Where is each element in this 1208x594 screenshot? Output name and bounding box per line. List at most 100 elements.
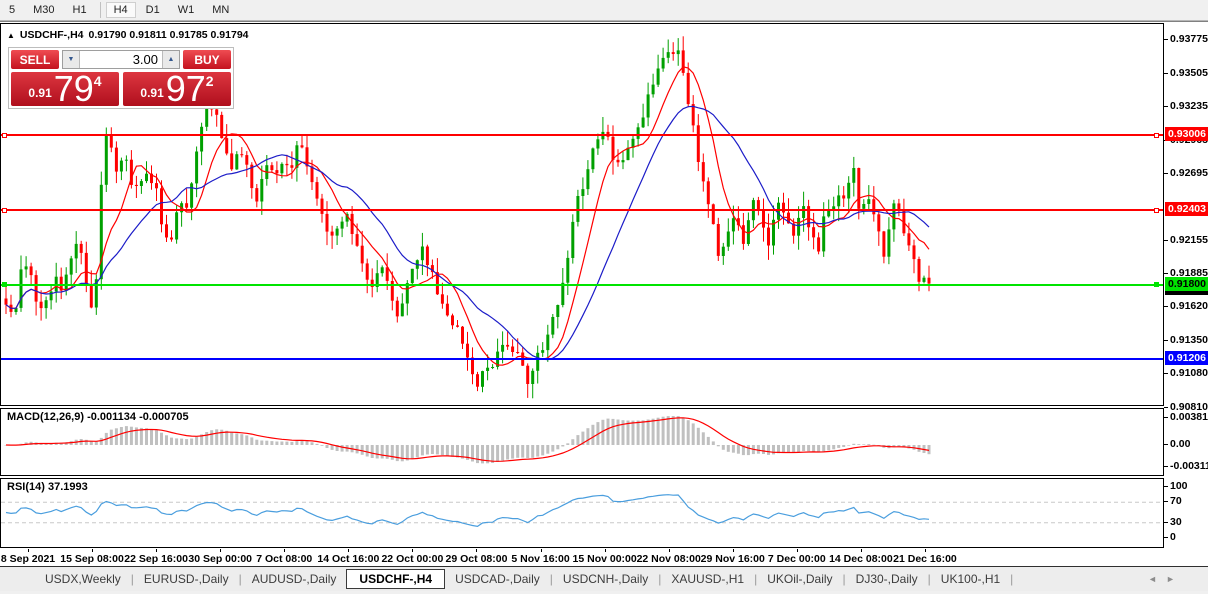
- price-tick-label: 0.93775: [1170, 32, 1208, 46]
- price-level-chip: 0.92403: [1165, 202, 1208, 216]
- buy-price-big: 97: [166, 74, 206, 104]
- buy-price-sup: 2: [206, 73, 214, 89]
- tab-ukoil-daily[interactable]: UKOil-,Daily: [757, 569, 842, 589]
- tab-usdchf-h4[interactable]: USDCHF-,H4: [346, 569, 445, 589]
- time-tick-mark: [92, 549, 93, 552]
- price-tick-label: 0.93235: [1170, 99, 1208, 113]
- time-tick-label: 29 Oct 08:00: [441, 553, 511, 565]
- time-axis: 8 Sep 202115 Sep 08:0022 Sep 16:0030 Sep…: [0, 549, 1208, 567]
- tab-scroll-right-icon[interactable]: ►: [1166, 574, 1175, 584]
- time-tick-label: 22 Nov 08:00: [634, 553, 704, 565]
- timeframe-5[interactable]: 5: [1, 2, 23, 18]
- tab-usdx-weekly[interactable]: USDX,Weekly: [35, 569, 131, 589]
- tab-eurusd-daily[interactable]: EURUSD-,Daily: [134, 569, 239, 589]
- tab-dj30-daily[interactable]: DJ30-,Daily: [846, 569, 928, 589]
- timeframe-w1[interactable]: W1: [170, 2, 203, 18]
- axis-tick-mark: [1164, 73, 1168, 74]
- hline-handle-right[interactable]: [1154, 133, 1159, 138]
- tab-usdcad-daily[interactable]: USDCAD-,Daily: [445, 569, 550, 589]
- macd-histogram: [5, 416, 931, 463]
- time-tick-label: 15 Nov 00:00: [570, 553, 640, 565]
- one-click-toggle-icon[interactable]: ▲: [7, 31, 15, 40]
- macd-panel[interactable]: MACD(12,26,9) -0.001134 -0.000705: [0, 408, 1164, 476]
- timeframe-d1[interactable]: D1: [138, 2, 168, 18]
- buy-button[interactable]: BUY: [183, 50, 231, 69]
- axis-tick-mark: [1164, 273, 1168, 274]
- axis-tick-mark: [1164, 106, 1168, 107]
- axis-tick-mark: [1164, 373, 1168, 374]
- time-tick-label: 30 Sep 00:00: [185, 553, 255, 565]
- time-tick-label: 14 Oct 16:00: [313, 553, 383, 565]
- time-tick-label: 7 Oct 08:00: [249, 553, 319, 565]
- price-tick-label: 0.92695: [1170, 166, 1208, 180]
- hline-0.92403[interactable]: [1, 209, 1163, 211]
- time-tick-mark: [797, 549, 798, 552]
- timeframe-h4[interactable]: H4: [106, 2, 136, 18]
- tab-separator: |: [1010, 572, 1013, 586]
- rsi-canvas: [1, 479, 1163, 547]
- price-level-chip: 0.91800: [1165, 277, 1208, 291]
- axis-tick-mark: [1164, 466, 1168, 467]
- hline-0.91800[interactable]: [1, 284, 1163, 286]
- time-tick-mark: [284, 549, 285, 552]
- price-tick-label: 0.91620: [1170, 299, 1208, 313]
- tab-xauusd-h1[interactable]: XAUUSD-,H1: [661, 569, 754, 589]
- axis-tick-mark: [1164, 486, 1168, 487]
- tab-audusd-daily[interactable]: AUDUSD-,Daily: [242, 569, 347, 589]
- price-tick-label: 100: [1170, 479, 1188, 493]
- hline-handle-left[interactable]: [2, 133, 7, 138]
- tab-uk100-h1[interactable]: UK100-,H1: [931, 569, 1010, 589]
- time-tick-label: 5 Nov 16:00: [506, 553, 576, 565]
- axis-tick-mark: [1164, 407, 1168, 408]
- price-tick-label: 0.003811: [1170, 410, 1208, 424]
- chart-window: ▲ USDCHF-,H4 0.91790 0.91811 0.91785 0.9…: [0, 21, 1208, 567]
- axis-tick-mark: [1164, 444, 1168, 445]
- time-tick-label: 8 Sep 2021: [0, 553, 63, 565]
- sell-price-tile[interactable]: 0.91 79 4: [11, 72, 119, 106]
- price-tick-label: 0: [1170, 530, 1176, 544]
- sell-price-big: 79: [54, 74, 94, 104]
- volume-increase-icon[interactable]: ▲: [162, 51, 179, 68]
- time-tick-mark: [348, 549, 349, 552]
- price-tick-label: 30: [1170, 515, 1182, 529]
- buy-price-tile[interactable]: 0.91 97 2: [123, 72, 231, 106]
- sell-price-sup: 4: [94, 73, 102, 89]
- chart-ohlc-quotes: 0.91790 0.91811 0.91785 0.91794: [89, 29, 249, 41]
- axis-tick-mark: [1164, 501, 1168, 502]
- sell-button[interactable]: SELL: [11, 50, 59, 69]
- hline-0.93006[interactable]: [1, 134, 1163, 136]
- tab-scroll-left-icon[interactable]: ◄: [1148, 574, 1157, 584]
- timeframe-mn[interactable]: MN: [204, 2, 237, 18]
- time-tick-label: 14 Dec 08:00: [826, 553, 896, 565]
- price-level-chip: 0.91206: [1165, 351, 1208, 365]
- toolbar-separator: [100, 2, 101, 18]
- time-tick-mark: [28, 549, 29, 552]
- hline-handle-right[interactable]: [1154, 282, 1159, 287]
- rsi-panel[interactable]: RSI(14) 37.1993: [0, 478, 1164, 548]
- timeframe-m30[interactable]: M30: [25, 2, 62, 18]
- rsi-label: RSI(14) 37.1993: [7, 481, 88, 493]
- ma-slow-line: [6, 106, 929, 359]
- time-tick-mark: [541, 549, 542, 552]
- time-tick-label: 21 Dec 16:00: [890, 553, 960, 565]
- hline-handle-right[interactable]: [1154, 208, 1159, 213]
- mt4-terminal: { "toolbar": { "timeframes": [ {"label":…: [0, 0, 1208, 594]
- time-tick-mark: [861, 549, 862, 552]
- hline-handle-left[interactable]: [2, 282, 7, 287]
- time-tick-mark: [669, 549, 670, 552]
- tab-usdcnh-daily[interactable]: USDCNH-,Daily: [553, 569, 658, 589]
- price-tick-label: 0.00: [1170, 437, 1190, 451]
- timeframe-h1[interactable]: H1: [65, 2, 95, 18]
- hline-0.91206[interactable]: [1, 358, 1163, 360]
- price-axis: 0.937750.935050.932350.929650.926950.921…: [1164, 23, 1208, 549]
- volume-input[interactable]: [80, 51, 162, 68]
- time-tick-label: 7 Dec 00:00: [762, 553, 832, 565]
- time-tick-mark: [412, 549, 413, 552]
- time-tick-label: 15 Sep 08:00: [57, 553, 127, 565]
- volume-decrease-icon[interactable]: ▼: [63, 51, 80, 68]
- chart-header: ▲ USDCHF-,H4 0.91790 0.91811 0.91785 0.9…: [7, 29, 249, 41]
- price-tick-label: 70: [1170, 494, 1182, 508]
- hline-handle-left[interactable]: [2, 208, 7, 213]
- price-chart-panel[interactable]: ▲ USDCHF-,H4 0.91790 0.91811 0.91785 0.9…: [0, 23, 1164, 406]
- macd-label: MACD(12,26,9) -0.001134 -0.000705: [7, 411, 189, 423]
